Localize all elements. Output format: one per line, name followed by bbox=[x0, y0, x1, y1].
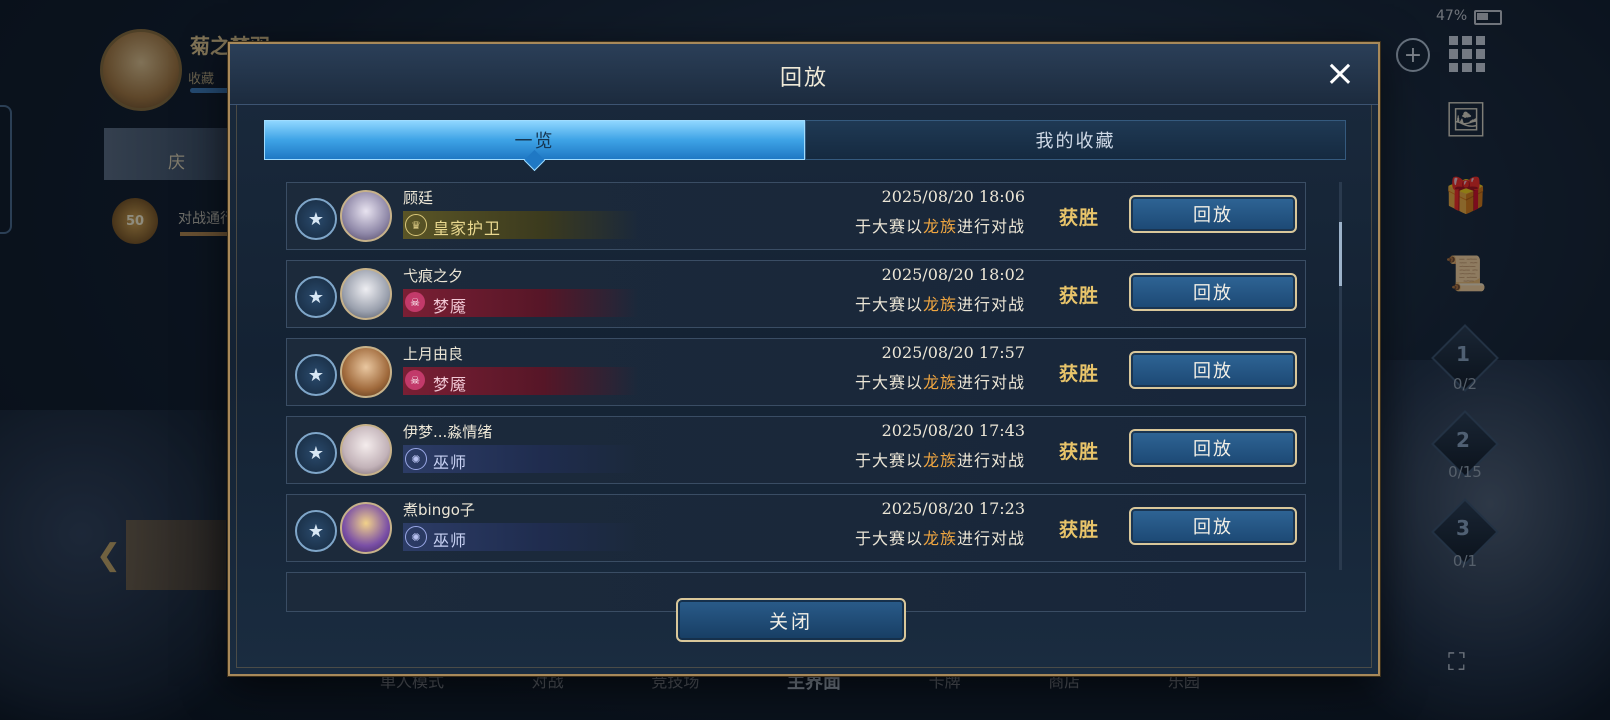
match-date: 2025/08/20 18:06 bbox=[881, 187, 1025, 206]
close-icon[interactable]: × bbox=[1320, 54, 1360, 94]
favorite-star-button[interactable]: ★ bbox=[295, 276, 337, 318]
player-name: 上月由良 bbox=[403, 345, 464, 363]
avatar bbox=[340, 502, 392, 554]
match-description: 于大赛以龙族进行对战 bbox=[854, 295, 1025, 314]
skull-icon: ☠ bbox=[405, 370, 425, 390]
avatar bbox=[340, 268, 392, 320]
match-description: 于大赛以龙族进行对战 bbox=[854, 217, 1025, 236]
class-name: 巫师 bbox=[433, 531, 468, 550]
avatar bbox=[340, 346, 392, 398]
match-description: 于大赛以龙族进行对战 bbox=[854, 451, 1025, 470]
magic-circle-icon: ✺ bbox=[405, 448, 427, 470]
replay-button[interactable]: 回放 bbox=[1129, 351, 1297, 389]
class-name: 巫师 bbox=[433, 453, 468, 472]
magic-circle-icon: ✺ bbox=[405, 526, 427, 548]
player-name: 煮bingo子 bbox=[403, 501, 475, 519]
match-date: 2025/08/20 18:02 bbox=[881, 265, 1025, 284]
favorite-star-button[interactable]: ★ bbox=[295, 432, 337, 474]
match-result: 获胜 bbox=[1059, 363, 1100, 385]
skull-icon: ☠ bbox=[405, 292, 425, 312]
dialog-tabs: 一览 我的收藏 bbox=[264, 120, 1346, 160]
class-band: ☠ 梦魇 bbox=[403, 289, 638, 317]
tab-favorites[interactable]: 我的收藏 bbox=[805, 120, 1346, 160]
list-item: ★ 弋痕之夕 ☠ 梦魇 2025/08/20 18:02 于大赛以龙族进行对战 … bbox=[286, 260, 1306, 328]
replay-button[interactable]: 回放 bbox=[1129, 273, 1297, 311]
class-band: ☠ 梦魇 bbox=[403, 367, 638, 395]
dialog-title: 回放 bbox=[779, 66, 828, 91]
class-band: ♛ 皇家护卫 bbox=[403, 211, 638, 239]
scrollbar-thumb[interactable] bbox=[1339, 222, 1342, 286]
class-name: 皇家护卫 bbox=[433, 219, 502, 238]
list-scrollbar[interactable] bbox=[1339, 182, 1342, 570]
player-name: 弋痕之夕 bbox=[403, 267, 464, 285]
class-band: ✺ 巫师 bbox=[403, 445, 638, 473]
avatar bbox=[340, 424, 392, 476]
match-date: 2025/08/20 17:23 bbox=[881, 499, 1025, 518]
replay-button[interactable]: 回放 bbox=[1129, 507, 1297, 545]
class-name: 梦魇 bbox=[433, 297, 468, 316]
match-result: 获胜 bbox=[1059, 207, 1100, 229]
match-description: 于大赛以龙族进行对战 bbox=[854, 529, 1025, 548]
close-button[interactable]: 关闭 bbox=[676, 598, 906, 642]
replay-button[interactable]: 回放 bbox=[1129, 429, 1297, 467]
replay-dialog: 回放 × 一览 我的收藏 ★ 顾廷 ♛ 皇家护卫 2025/08/20 18:0… bbox=[228, 42, 1380, 676]
tab-overview[interactable]: 一览 bbox=[264, 120, 805, 160]
list-item: ★ 上月由良 ☠ 梦魇 2025/08/20 17:57 于大赛以龙族进行对战 … bbox=[286, 338, 1306, 406]
player-name: 顾廷 bbox=[403, 189, 434, 207]
match-result: 获胜 bbox=[1059, 519, 1100, 541]
favorite-star-button[interactable]: ★ bbox=[295, 354, 337, 396]
match-list: ★ 顾廷 ♛ 皇家护卫 2025/08/20 18:06 于大赛以龙族进行对战 … bbox=[286, 182, 1306, 634]
favorite-star-button[interactable]: ★ bbox=[295, 510, 337, 552]
list-item: ★ 煮bingo子 ✺ 巫师 2025/08/20 17:23 于大赛以龙族进行… bbox=[286, 494, 1306, 562]
class-name: 梦魇 bbox=[433, 375, 468, 394]
list-item: ★ 伊梦...淼情绪 ✺ 巫师 2025/08/20 17:43 于大赛以龙族进… bbox=[286, 416, 1306, 484]
player-name: 伊梦...淼情绪 bbox=[403, 423, 493, 441]
avatar bbox=[340, 190, 392, 242]
match-result: 获胜 bbox=[1059, 285, 1100, 307]
match-date: 2025/08/20 17:43 bbox=[881, 421, 1025, 440]
replay-button[interactable]: 回放 bbox=[1129, 195, 1297, 233]
class-band: ✺ 巫师 bbox=[403, 523, 638, 551]
match-date: 2025/08/20 17:57 bbox=[881, 343, 1025, 362]
match-result: 获胜 bbox=[1059, 441, 1100, 463]
favorite-star-button[interactable]: ★ bbox=[295, 198, 337, 240]
match-description: 于大赛以龙族进行对战 bbox=[854, 373, 1025, 392]
crown-icon: ♛ bbox=[405, 214, 427, 236]
list-item: ★ 顾廷 ♛ 皇家护卫 2025/08/20 18:06 于大赛以龙族进行对战 … bbox=[286, 182, 1306, 250]
dialog-header: 回放 × bbox=[230, 44, 1378, 105]
